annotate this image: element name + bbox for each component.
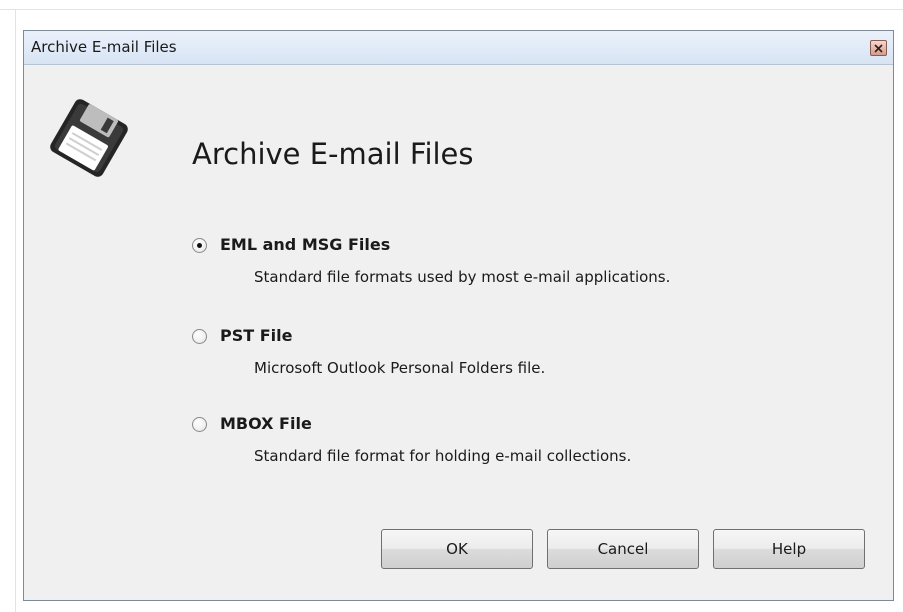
option-description: Standard file format for holding e-mail … xyxy=(254,447,632,465)
cancel-button[interactable]: Cancel xyxy=(547,529,699,569)
option-label[interactable]: MBOX File xyxy=(220,414,312,433)
dialog-content: Archive E-mail Files EML and MSG Files S… xyxy=(24,65,893,600)
help-button[interactable]: Help xyxy=(713,529,865,569)
radio-pst[interactable] xyxy=(192,329,207,344)
option-description: Standard file formats used by most e-mai… xyxy=(254,268,671,286)
dialog-heading: Archive E-mail Files xyxy=(192,137,474,171)
radio-selected-dot xyxy=(197,243,202,248)
option-description: Microsoft Outlook Personal Folders file. xyxy=(254,359,546,377)
title-bar[interactable]: Archive E-mail Files xyxy=(24,31,893,65)
option-label[interactable]: EML and MSG Files xyxy=(220,235,390,254)
archive-dialog: Archive E-mail Files Archive E-mail File… xyxy=(23,30,894,601)
page-border-top xyxy=(0,9,903,10)
radio-mbox[interactable] xyxy=(192,417,207,432)
ok-button[interactable]: OK xyxy=(381,529,533,569)
floppy-disk-icon xyxy=(50,99,128,177)
window-title: Archive E-mail Files xyxy=(31,38,177,56)
radio-eml-msg[interactable] xyxy=(192,238,207,253)
close-icon xyxy=(874,43,883,53)
page-border-left xyxy=(15,9,16,612)
close-button[interactable] xyxy=(870,40,887,56)
option-label[interactable]: PST File xyxy=(220,326,292,345)
